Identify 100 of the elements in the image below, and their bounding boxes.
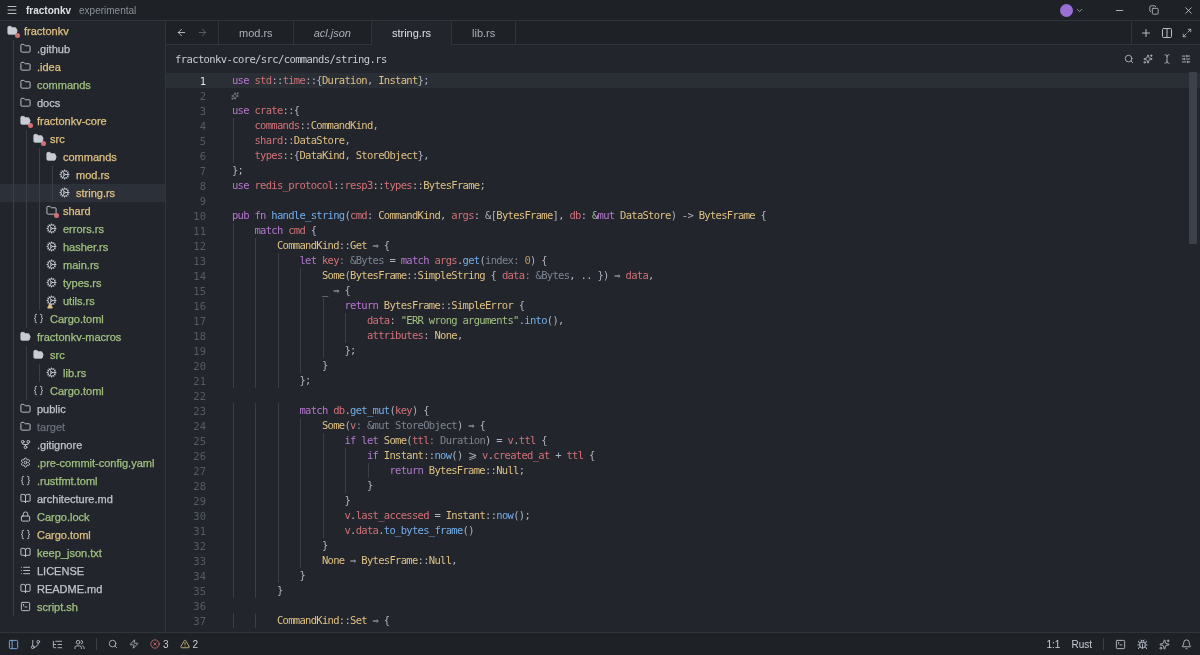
code-line: }; (232, 163, 244, 178)
cog-icon (59, 169, 71, 181)
sparkles-icon[interactable] (1143, 53, 1153, 64)
file-tree-item[interactable]: lib.rs (0, 364, 165, 382)
file-tree-item[interactable]: .gitignore (0, 436, 165, 454)
sparkle-icon[interactable] (231, 91, 239, 100)
line-number: 12 (192, 239, 206, 252)
restore-icon[interactable] (1149, 5, 1159, 15)
file-tree-item[interactable]: script.sh (0, 598, 165, 616)
search-icon[interactable] (108, 639, 118, 649)
braces-icon (20, 529, 32, 541)
menu-icon[interactable] (6, 4, 18, 16)
git-branch-icon[interactable] (30, 638, 41, 650)
file-tree-item[interactable]: .rustfmt.toml (0, 472, 165, 490)
book-icon (20, 583, 32, 595)
file-tree-item[interactable]: shard (0, 202, 165, 220)
file-tree-item[interactable]: errors.rs (0, 220, 165, 238)
bug-icon[interactable] (1137, 638, 1148, 650)
code-line: v.last_accessed = Instant::now(); (232, 508, 530, 523)
users-icon[interactable] (74, 638, 85, 650)
file-tree-item[interactable]: .github (0, 40, 165, 58)
file-tree-item[interactable]: .idea (0, 58, 165, 76)
file-tree-item[interactable]: README.md (0, 580, 165, 598)
file-tree-item[interactable]: commands (0, 148, 165, 166)
file-tree-item[interactable]: commands (0, 76, 165, 94)
text-cursor-icon[interactable] (1162, 53, 1172, 64)
folder-icon (20, 43, 32, 55)
braces-icon (33, 313, 45, 325)
file-tree-item[interactable]: types.rs (0, 274, 165, 292)
code-line: } (232, 568, 306, 583)
file-tree-item[interactable]: keep_json.txt (0, 544, 165, 562)
file-tree-item[interactable]: fractonkv (0, 22, 165, 40)
file-tree-item[interactable]: Cargo.toml (0, 382, 165, 400)
user-avatar[interactable] (1060, 3, 1084, 17)
file-tree-item[interactable]: Cargo.toml (0, 526, 165, 544)
branch-name[interactable]: experimental (79, 4, 137, 16)
plus-icon[interactable] (1140, 26, 1152, 39)
sparkles-icon[interactable] (1159, 638, 1170, 650)
line-number: 25 (192, 434, 206, 447)
line-number: 30 (192, 509, 206, 522)
file-tree-item[interactable]: mod.rs (0, 166, 165, 184)
file-tree-item[interactable]: architecture.md (0, 490, 165, 508)
warning-icon[interactable] (179, 639, 190, 649)
line-number: 20 (192, 359, 206, 372)
file-tree-item[interactable]: src (0, 130, 165, 148)
code-line: let key: &Bytes = match args.get(index: 0) { (232, 253, 547, 268)
line-number: 22 (192, 389, 206, 402)
file-path[interactable]: fractonkv-core/src/commands/string.rs (175, 52, 387, 65)
file-tree-item[interactable]: Cargo.lock (0, 508, 165, 526)
cursor-position[interactable]: 1:1 (1046, 638, 1061, 650)
line-number: 4 (198, 119, 206, 132)
code-line: if let Some(ttl: Duration) = v.ttl { (232, 433, 547, 448)
scrollbar-thumb[interactable] (1189, 72, 1197, 244)
close-icon[interactable] (1183, 4, 1194, 16)
code-line: data: "ERR wrong arguments".into(), (232, 313, 564, 328)
editor-tab[interactable]: string.rs (371, 21, 453, 45)
cog-icon (46, 367, 58, 379)
bell-icon[interactable] (1181, 638, 1192, 650)
project-name[interactable]: fractonkv (26, 4, 71, 16)
cog-icon (46, 241, 58, 253)
file-tree-item[interactable]: src (0, 346, 165, 364)
line-number: 18 (192, 329, 206, 342)
line-number: 11 (192, 224, 206, 237)
file-tree-item[interactable]: string.rs (0, 184, 165, 202)
language-selector[interactable]: Rust (1071, 638, 1092, 650)
maximize-icon[interactable] (1182, 27, 1192, 38)
file-tree-item[interactable]: fractonkv-macros (0, 328, 165, 346)
outline-icon[interactable] (52, 638, 63, 650)
sliders-icon[interactable] (1181, 53, 1191, 64)
braces-icon (33, 385, 45, 397)
file-tree-item[interactable]: .pre-commit-config.yaml (0, 454, 165, 472)
file-tree-item[interactable]: main.rs (0, 256, 165, 274)
folder-icon (20, 403, 32, 415)
line-number: 8 (198, 179, 206, 192)
code-line: }; (232, 343, 356, 358)
line-number: 7 (198, 164, 206, 177)
line-number: 9 (198, 194, 206, 207)
line-number: 33 (192, 554, 206, 567)
file-tree-item[interactable]: Cargo.toml (0, 310, 165, 328)
file-tree-item[interactable]: fractonkv-core (0, 112, 165, 130)
back-arrow-icon[interactable] (176, 27, 187, 38)
panel-icon[interactable] (8, 638, 19, 650)
file-tree-item[interactable]: hasher.rs (0, 238, 165, 256)
line-number: 28 (192, 479, 206, 492)
book-icon (20, 547, 32, 559)
file-tree-item[interactable]: LICENSE (0, 562, 165, 580)
file-tree-item[interactable]: utils.rs (0, 292, 165, 310)
search-icon[interactable] (1124, 53, 1134, 64)
terminal-icon[interactable] (1115, 638, 1126, 650)
line-number: 36 (192, 599, 206, 612)
file-tree-item[interactable]: public (0, 400, 165, 418)
line-number: 15 (192, 284, 206, 297)
line-number: 13 (192, 254, 206, 267)
line-number: 6 (198, 149, 206, 162)
code-line: return BytesFrame::SimpleError { (232, 298, 525, 313)
file-tree-item[interactable]: docs (0, 94, 165, 112)
code-line: Some(v: &mut StoreObject) ⇒ { (232, 418, 485, 433)
bolt-icon[interactable] (129, 639, 139, 649)
error-icon[interactable] (150, 639, 160, 649)
split-pane-icon[interactable] (1161, 26, 1173, 39)
